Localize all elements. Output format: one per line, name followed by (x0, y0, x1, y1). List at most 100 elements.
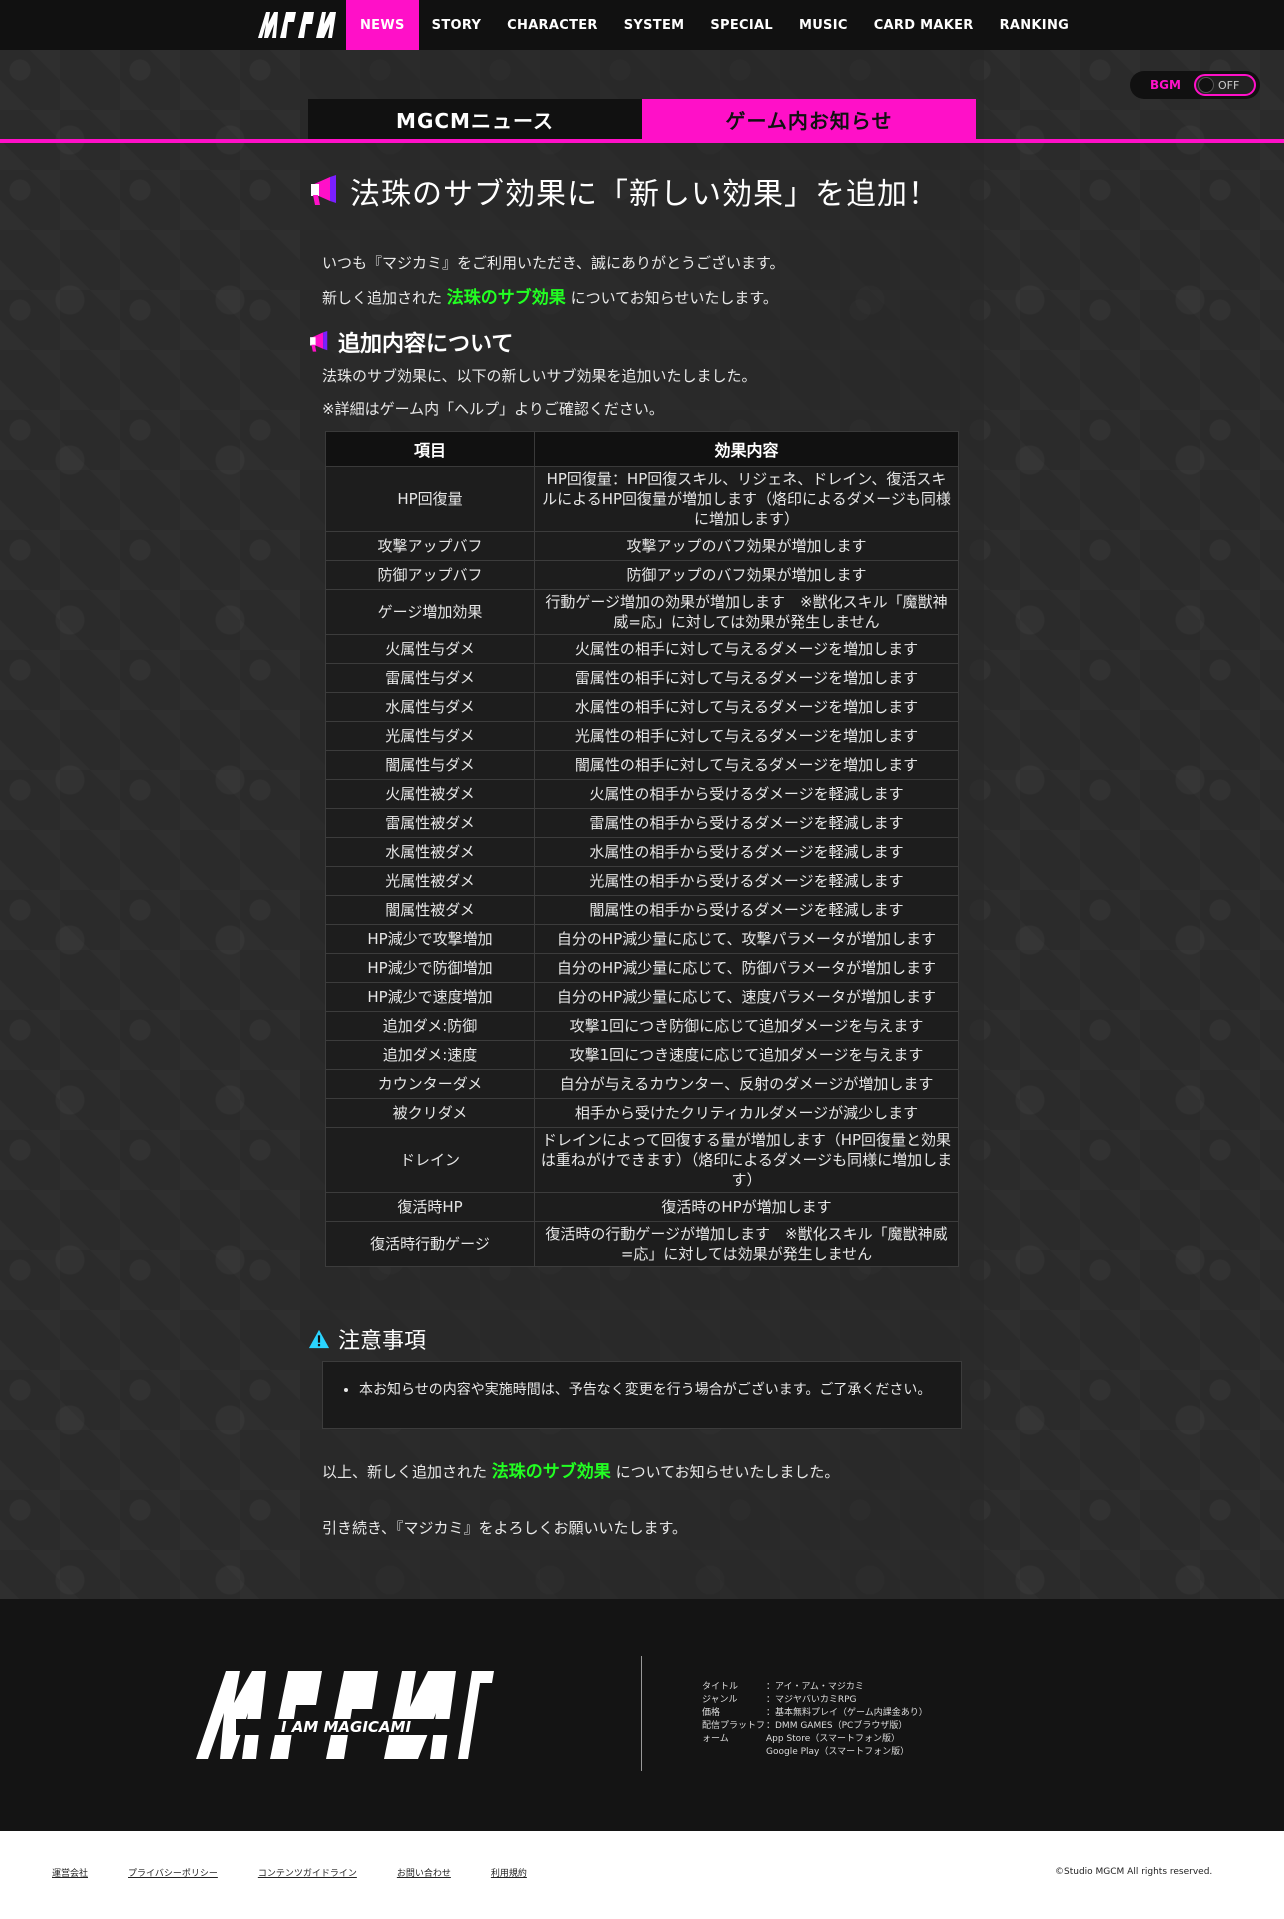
effect-name: HP減少で防御増加 (325, 953, 535, 983)
effect-name: ゲージ増加効果 (325, 589, 535, 635)
effect-name: 雷属性被ダメ (325, 808, 535, 838)
nav-item-music[interactable]: MUSIC (786, 0, 861, 50)
table-row: 防御アップバフ 防御アップのバフ効果が増加します (325, 560, 959, 590)
section-notice-head: 注意事項 (308, 1323, 426, 1355)
notice-item: 本お知らせの内容や実施時間は、予告なく変更を行う場合がございます。ご了承ください… (359, 1380, 941, 1400)
effect-name: 追加ダメ:速度 (325, 1040, 535, 1070)
nav-item-story[interactable]: STORY (419, 0, 495, 50)
tab-mgcm-news[interactable]: MGCMニュース (308, 99, 642, 139)
outro-post: についてお知らせいたしました。 (615, 1463, 840, 1481)
footer-link[interactable]: 運営会社 (52, 1866, 88, 1879)
footer-link[interactable]: プライバシーポリシー (128, 1866, 218, 1879)
table-header-row: 項目 効果内容 (325, 431, 959, 467)
table-row: 火属性被ダメ 火属性の相手から受けるダメージを軽減します (325, 779, 959, 809)
info-row: ジャンル ：マジヤバいカミRPG (702, 1694, 928, 1707)
intro-post: についてお知らせいたします。 (570, 289, 778, 307)
table-row: 追加ダメ:防御 攻撃1回につき防御に応じて追加ダメージを与えます (325, 1011, 959, 1041)
outro-highlight: 法珠のサブ効果 (491, 1462, 611, 1482)
section-added-p1: 法珠のサブ効果に、以下の新しいサブ効果を追加いたしました。 (322, 367, 757, 385)
nav-item-special[interactable]: SPECIAL (697, 0, 786, 50)
footer-link[interactable]: コンテンツガイドライン (258, 1866, 357, 1879)
effect-name: 復活時HP (325, 1192, 535, 1222)
effect-name: 光属性与ダメ (325, 721, 535, 751)
nav-item-card-maker[interactable]: CARD MAKER (861, 0, 987, 50)
info-value: Google Play（スマートフォン版） (766, 1747, 910, 1757)
megaphone-icon (310, 331, 328, 352)
copyright: ©Studio MGCM All rights reserved. (1055, 1867, 1213, 1877)
table-row: 水属性被ダメ 水属性の相手から受けるダメージを軽減します (325, 837, 959, 867)
info-value: ：アイ・アム・マジカミ (766, 1682, 864, 1692)
notice-box: 本お知らせの内容や実施時間は、予告なく変更を行う場合がございます。ご了承ください… (322, 1361, 962, 1429)
info-key: ォーム (702, 1734, 729, 1744)
info-key (702, 1746, 766, 1759)
info-row: タイトル ：アイ・アム・マジカミ (702, 1681, 928, 1694)
bgm-toggle[interactable]: BGM OFF (1130, 71, 1260, 99)
effect-name: HP減少で攻撃増加 (325, 924, 535, 954)
info-row: 配信プラットフ ：DMM GAMES（PCブラウザ版） (702, 1720, 928, 1733)
magicami-logo[interactable] (256, 8, 338, 40)
effect-description: 雷属性の相手に対して与えるダメージを増加します (534, 663, 959, 693)
table-row: 火属性与ダメ 火属性の相手に対して与えるダメージを増加します (325, 634, 959, 664)
info-row: 価格 ：基本無料プレイ（ゲーム内課金あり） (702, 1707, 928, 1720)
tab-game-notice[interactable]: ゲーム内お知らせ (642, 99, 976, 139)
effect-name: 追加ダメ:防御 (325, 1011, 535, 1041)
effect-description: 水属性の相手に対して与えるダメージを増加します (534, 692, 959, 722)
bottom-bar: 運営会社 プライバシーポリシー コンテンツガイドライン お問い合わせ 利用規約 ©Stu… (0, 1831, 1284, 1919)
effect-name: HP減少で速度増加 (325, 982, 535, 1012)
footer: I AM MAGICAMI タイトル ：アイ・アム・マジカミ ジャンル ：マジヤバいカ… (0, 1599, 1284, 1831)
effect-description: ドレインによって回復する量が増加します（HP回復量と効果は重ねがけできます）（烙… (534, 1127, 959, 1193)
footer-link[interactable]: 利用規約 (491, 1866, 527, 1879)
effect-description: HP回復量：HP回復スキル、リジェネ、ドレイン、復活スキルによるHP回復量が増加… (534, 466, 959, 532)
effect-description: 攻撃アップのバフ効果が増加します (534, 531, 959, 561)
game-info: タイトル ：アイ・アム・マジカミ ジャンル ：マジヤバいカミRPG 価格 ：基本無料プレイ… (702, 1681, 928, 1759)
effect-name: 火属性被ダメ (325, 779, 535, 809)
effect-name: 火属性与ダメ (325, 634, 535, 664)
nav-menu: NEWS STORY CHARACTER SYSTEM SPECIAL MUSIC CARD… (346, 0, 1082, 50)
bgm-switch[interactable]: OFF (1194, 74, 1256, 96)
table-row: HP回復量 HP回復量：HP回復スキル、リジェネ、ドレイン、復活スキルによるHP回… (325, 466, 959, 532)
table-row: 水属性与ダメ 水属性の相手に対して与えるダメージを増加します (325, 692, 959, 722)
nav-item-character[interactable]: CHARACTER (494, 0, 611, 50)
section-added-head: 追加内容について (308, 326, 513, 358)
info-value: App Store（スマートフォン版） (766, 1734, 900, 1744)
nav-item-news[interactable]: NEWS (346, 0, 419, 50)
effect-description: 闇属性の相手に対して与えるダメージを増加します (534, 750, 959, 780)
effect-description: 攻撃1回につき速度に応じて追加ダメージを与えます (534, 1040, 959, 1070)
nav-item-system[interactable]: SYSTEM (611, 0, 698, 50)
info-key: 価格 (702, 1708, 721, 1718)
title-row: 法珠のサブ効果に「新しい効果」を追加！ (308, 169, 939, 213)
footer-links: 運営会社 プライバシーポリシー コンテンツガイドライン お問い合わせ 利用規約 (52, 1866, 567, 1879)
effect-name: 復活時行動ゲージ (325, 1221, 535, 1267)
table-row: ドレイン ドレインによって回復する量が増加します（HP回復量と効果は重ねがけできま… (325, 1127, 959, 1193)
nav-item-ranking[interactable]: RANKING (987, 0, 1083, 50)
effect-name: 雷属性与ダメ (325, 663, 535, 693)
effect-description: 光属性の相手に対して与えるダメージを増加します (534, 721, 959, 751)
intro-line-2: 新しく追加された 法珠のサブ効果 についてお知らせいたします。 (322, 283, 778, 308)
table-row: 復活時行動ゲージ 復活時の行動ゲージが増加します ※獣化スキル「魔獣神威=応」に対… (325, 1221, 959, 1267)
info-value: ：基本無料プレイ（ゲーム内課金あり） (766, 1708, 928, 1718)
footer-logo-text: I AM MAGICAMI (281, 1718, 412, 1736)
effect-name: 水属性与ダメ (325, 692, 535, 722)
effect-description: 火属性の相手に対して与えるダメージを増加します (534, 634, 959, 664)
table-header-effect: 効果内容 (534, 431, 959, 467)
outro-pre: 以上、新しく追加された (322, 1463, 488, 1481)
effect-name: 闇属性与ダメ (325, 750, 535, 780)
table-row: カウンターダメ 自分が与えるカウンター、反射のダメージが増加します (325, 1069, 959, 1099)
effect-name: 防御アップバフ (325, 560, 535, 590)
info-key: 配信プラットフ (702, 1721, 766, 1731)
table-row: HP減少で速度増加 自分のHP減少量に応じて、速度パラメータが増加します (325, 982, 959, 1012)
effect-description: 自分のHP減少量に応じて、防御パラメータが増加します (534, 953, 959, 983)
table-row: 復活時HP 復活時のHPが増加します (325, 1192, 959, 1222)
effect-name: 水属性被ダメ (325, 837, 535, 867)
table-row: 光属性与ダメ 光属性の相手に対して与えるダメージを増加します (325, 721, 959, 751)
effect-description: 自分のHP減少量に応じて、攻撃パラメータが増加します (534, 924, 959, 954)
table-row: 闇属性与ダメ 闇属性の相手に対して与えるダメージを増加します (325, 750, 959, 780)
bgm-knob (1198, 77, 1214, 93)
table-row: HP減少で攻撃増加 自分のHP減少量に応じて、攻撃パラメータが増加します (325, 924, 959, 954)
effect-name: 光属性被ダメ (325, 866, 535, 896)
footer-link[interactable]: お問い合わせ (397, 1866, 451, 1879)
top-nav: NEWS STORY CHARACTER SYSTEM SPECIAL MUSIC CARD… (0, 0, 1284, 50)
info-key: ジャンル (702, 1695, 738, 1705)
effects-table: 項目 効果内容 HP回復量 HP回復量：HP回復スキル、リジェネ、ドレイン、復活ス… (325, 431, 959, 1267)
effect-description: 復活時のHPが増加します (534, 1192, 959, 1222)
